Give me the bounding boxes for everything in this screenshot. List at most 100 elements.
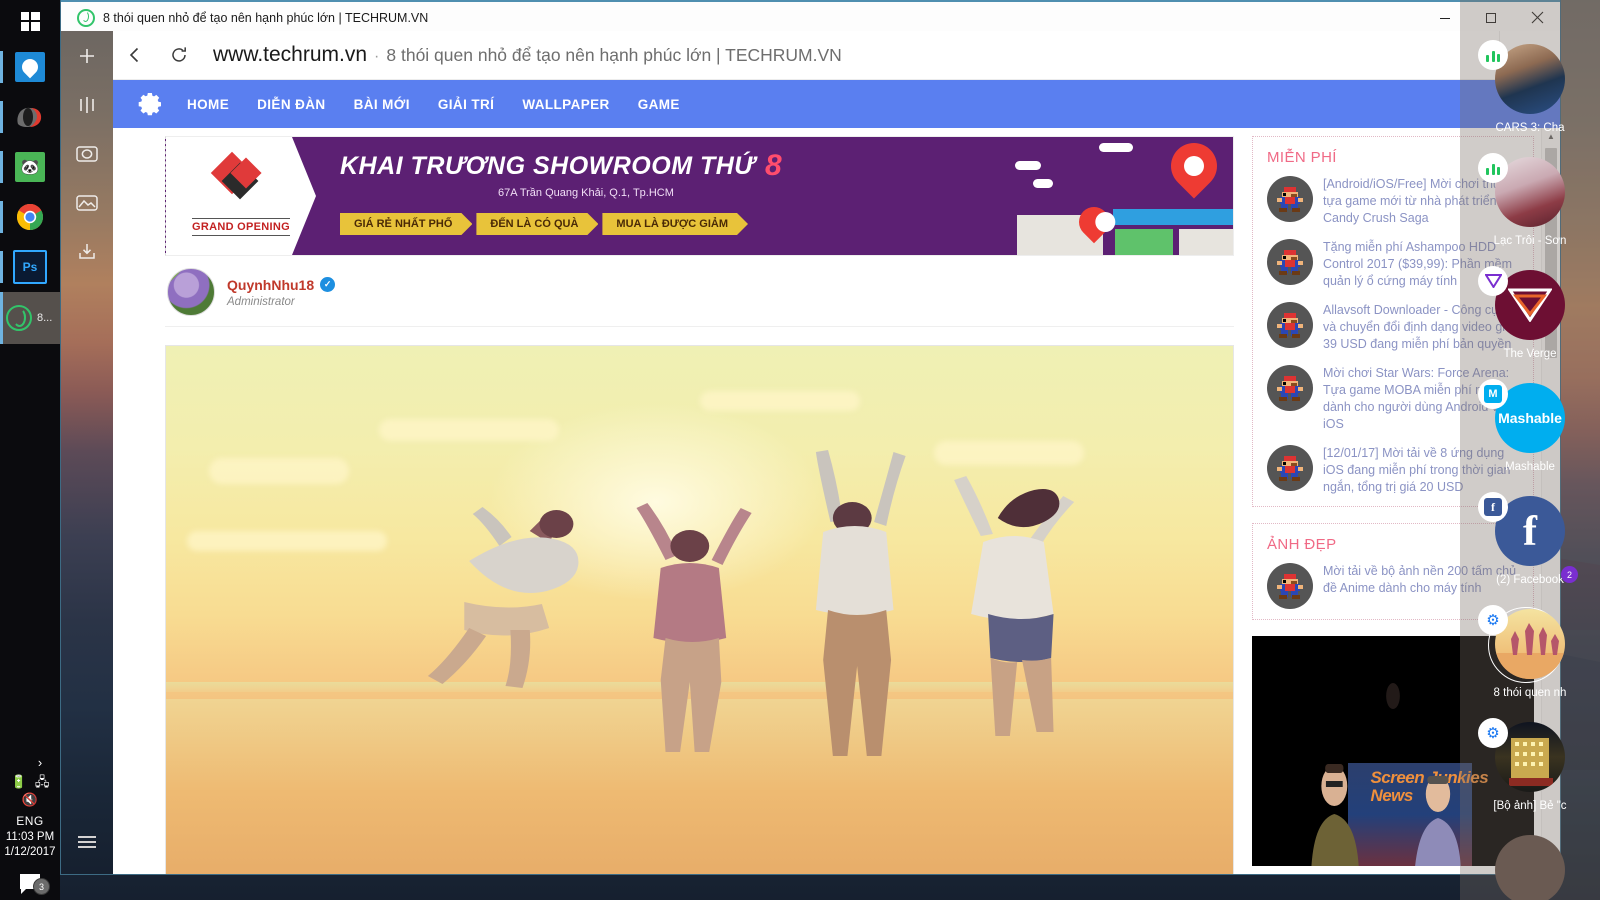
- bars-icon: [1478, 153, 1508, 183]
- main-column: GRAND OPENING KHAI TRƯƠNG SHOWROOM THỨ 8…: [113, 136, 1242, 874]
- taskbar-item-google-chrome[interactable]: [0, 192, 60, 242]
- facebook-icon: f: [1478, 492, 1508, 522]
- capture-icon[interactable]: [61, 129, 113, 178]
- app-label: Mashable: [1505, 461, 1555, 473]
- mario-icon: [1277, 250, 1303, 275]
- download-icon[interactable]: [61, 227, 113, 276]
- clock-time: 11:03 PM: [5, 831, 55, 843]
- app-tile-cars-3-chase[interactable]: CARS 3: Cha: [1460, 40, 1600, 157]
- banner-map-illustration: [1003, 137, 1233, 255]
- panels-icon[interactable]: [61, 80, 113, 129]
- banner-number: 8: [765, 149, 783, 182]
- author-meta: QuynhNhu18 ✓ Administrator: [227, 277, 336, 308]
- taskbar-item-photoshop[interactable]: Ps: [0, 242, 60, 292]
- app-tile-8-thoi-quen[interactable]: ⚙ 8 thói quen nh: [1460, 605, 1600, 722]
- tray-expand-row[interactable]: ›: [0, 755, 60, 770]
- article-thumbnail: [1267, 563, 1313, 609]
- banner-chip-0: GIÁ RẺ NHẤT PHỐ: [340, 213, 472, 235]
- verge-icon: [1478, 266, 1508, 296]
- app-label: 8 thói quen nh: [1493, 687, 1567, 699]
- windows-logo-icon: [20, 11, 40, 31]
- action-center-button[interactable]: 3: [0, 866, 60, 896]
- system-tray: › 🔋 🖧 🔇 ENG 11:03 PM 1/12/2017 3: [0, 750, 60, 900]
- web-page-viewport: HOME DIỄN ĐÀN BÀI MỚI GIẢI TRÍ WALLPAPER…: [113, 80, 1560, 874]
- site-nav-item-4[interactable]: WALLPAPER: [508, 97, 623, 112]
- chevron-right-icon: ›: [37, 755, 43, 770]
- volume-muted-icon[interactable]: 🔇: [22, 793, 38, 806]
- tab-strip: 8 thói quen nhỏ để tạo nên hạnh phúc lớn…: [61, 2, 443, 33]
- vivaldi-vertical-toolbar: [61, 31, 113, 874]
- notification-count-badge: 3: [33, 878, 50, 895]
- url-field[interactable]: www.techrum.vn · 8 thói quen nhỏ để tạo …: [201, 43, 1499, 67]
- verified-badge-icon: ✓: [320, 277, 336, 292]
- banner-chip-1: ĐẾN LÀ CÓ QUÀ: [476, 213, 598, 235]
- article-thumbnail: [1267, 365, 1313, 411]
- site-nav-item-0[interactable]: HOME: [173, 97, 243, 112]
- start-button[interactable]: [0, 0, 60, 42]
- taskbar-active-window-vivaldi[interactable]: 8...: [0, 292, 60, 344]
- input-language-indicator[interactable]: ENG: [0, 814, 60, 828]
- hero-figures: [427, 450, 1075, 756]
- site-nav-item-1[interactable]: DIỄN ĐÀN: [243, 97, 339, 112]
- url-separator: ·: [374, 48, 380, 65]
- new-tab-icon[interactable]: [61, 31, 113, 80]
- avatar[interactable]: [167, 268, 215, 316]
- banner-logo-area: GRAND OPENING: [166, 137, 316, 255]
- browser-titlebar: 8 thói quen nhỏ để tạo nên hạnh phúc lớn…: [61, 0, 1560, 33]
- banner-headline: KHAI TRƯƠNG SHOWROOM THỨ: [340, 151, 756, 180]
- app-label: Lạc Trôi - Sơn: [1493, 235, 1567, 247]
- mashable-wordmark: Mashable: [1498, 410, 1562, 426]
- taskbar-clock[interactable]: 11:03 PM 1/12/2017: [0, 830, 60, 860]
- app-label: The Verge: [1503, 348, 1557, 360]
- page-column: www.techrum.vn · 8 thói quen nhỏ để tạo …: [113, 31, 1560, 874]
- app-tile-bo-anh-be[interactable]: ⚙ [Bộ ảnh] Bẻ "c: [1460, 718, 1600, 835]
- edge-icon: [15, 52, 45, 82]
- app-tile-partial[interactable]: [1460, 835, 1600, 900]
- browser-body: www.techrum.vn · 8 thói quen nhỏ để tạo …: [61, 31, 1560, 874]
- article-thumbnail: [1267, 176, 1313, 222]
- site-navigation: HOME DIỄN ĐÀN BÀI MỚI GIẢI TRÍ WALLPAPER…: [113, 80, 1560, 128]
- author-name[interactable]: QuynhNhu18: [227, 277, 314, 293]
- back-button[interactable]: [113, 31, 157, 79]
- site-nav-item-3[interactable]: GIẢI TRÍ: [424, 97, 508, 112]
- network-icon[interactable]: 🖧: [35, 775, 50, 788]
- mario-icon: [1277, 456, 1303, 481]
- app-thumbnail: [1495, 835, 1565, 900]
- mario-icon: [1277, 376, 1303, 401]
- app-tile-facebook[interactable]: f f 2 (2) Facebook: [1460, 492, 1600, 609]
- author-name-row: QuynhNhu18 ✓: [227, 277, 336, 293]
- app-tile-mashable[interactable]: Mashable M Mashable: [1460, 379, 1600, 496]
- browser-tab-active[interactable]: 8 thói quen nhỏ để tạo nên hạnh phúc lớn…: [69, 2, 443, 33]
- site-nav-item-5[interactable]: GAME: [624, 97, 694, 112]
- taskbar-item-evernote[interactable]: 🐼: [0, 142, 60, 192]
- app-label: (2) Facebook: [1496, 574, 1564, 586]
- reload-button[interactable]: [157, 31, 201, 79]
- promo-banner[interactable]: GRAND OPENING KHAI TRƯƠNG SHOWROOM THỨ 8…: [165, 136, 1234, 256]
- gear-icon: ⚙: [1478, 718, 1508, 748]
- gear-icon[interactable]: [127, 90, 173, 118]
- mario-icon: [1277, 574, 1303, 599]
- vivaldi-favicon-icon: [77, 8, 95, 27]
- taskbar-item-opera[interactable]: [0, 92, 60, 142]
- task-switcher-rail: CARS 3: Cha Lạc Trôi - Sơn The Verge Mas…: [1460, 0, 1600, 900]
- site-nav-item-2[interactable]: BÀI MỚI: [340, 97, 424, 112]
- browser-window: 8 thói quen nhỏ để tạo nên hạnh phúc lớn…: [61, 0, 1560, 874]
- taskbar-item-microsoft-edge[interactable]: [0, 42, 60, 92]
- unread-count-badge: 2: [1561, 566, 1578, 583]
- article-thumbnail: [1267, 302, 1313, 348]
- address-bar: www.techrum.vn · 8 thói quen nhỏ để tạo …: [113, 31, 1560, 80]
- page-content: GRAND OPENING KHAI TRƯƠNG SHOWROOM THỨ 8…: [113, 128, 1542, 874]
- clock-date: 1/12/2017: [4, 846, 56, 858]
- mario-icon: [1277, 187, 1303, 212]
- chrome-icon: [15, 202, 45, 232]
- app-tile-lac-troi-son[interactable]: Lạc Trôi - Sơn: [1460, 153, 1600, 270]
- photoshop-icon: Ps: [13, 250, 47, 284]
- battery-icon[interactable]: 🔋: [11, 775, 27, 788]
- menu-icon[interactable]: [61, 817, 113, 866]
- app-tile-the-verge[interactable]: The Verge: [1460, 266, 1600, 383]
- post-hero-image: [165, 345, 1234, 874]
- app-label: [Bộ ảnh] Bẻ "c: [1493, 800, 1567, 812]
- image-icon[interactable]: [61, 178, 113, 227]
- banner-chip-2: MUA LÀ ĐƯỢC GIẢM: [602, 213, 748, 235]
- brand-diamond-logo-icon: [210, 151, 271, 208]
